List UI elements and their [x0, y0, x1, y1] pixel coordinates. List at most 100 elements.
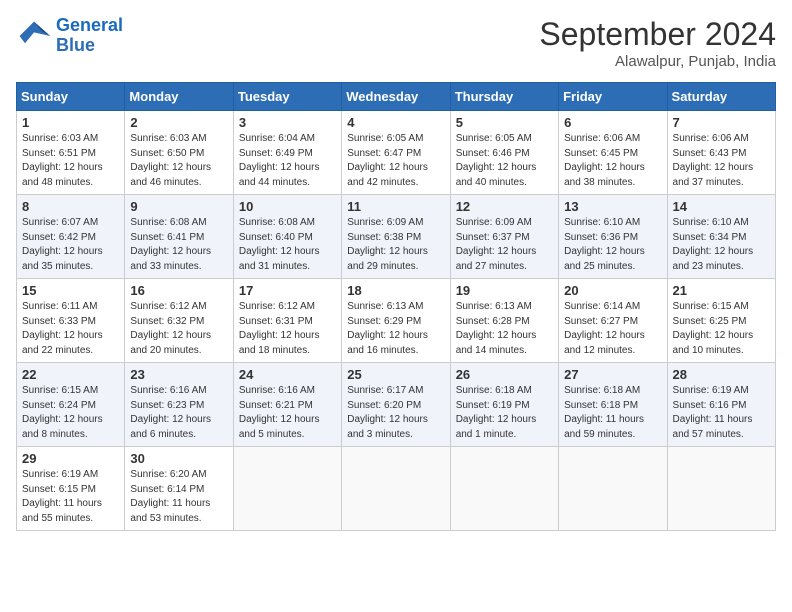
- day-info: Sunrise: 6:05 AM Sunset: 6:46 PM Dayligh…: [456, 132, 553, 190]
- day-info: Sunrise: 6:10 AM Sunset: 6:36 PM Dayligh…: [564, 216, 661, 274]
- day-info: Sunrise: 6:12 AM Sunset: 6:32 PM Dayligh…: [130, 300, 227, 358]
- calendar-cell: 10 Sunrise: 6:08 AM Sunset: 6:40 PM Dayli…: [233, 195, 341, 279]
- day-number: 13: [564, 199, 661, 214]
- col-header-friday: Friday: [559, 83, 667, 111]
- day-number: 16: [130, 283, 227, 298]
- day-info: Sunrise: 6:03 AM Sunset: 6:50 PM Dayligh…: [130, 132, 227, 190]
- day-info: Sunrise: 6:06 AM Sunset: 6:45 PM Dayligh…: [564, 132, 661, 190]
- calendar-cell: 4 Sunrise: 6:05 AM Sunset: 6:47 PM Daylig…: [342, 111, 450, 195]
- day-number: 8: [22, 199, 119, 214]
- col-header-sunday: Sunday: [17, 83, 125, 111]
- day-number: 20: [564, 283, 661, 298]
- day-info: Sunrise: 6:15 AM Sunset: 6:24 PM Dayligh…: [22, 384, 119, 442]
- calendar-cell: 17 Sunrise: 6:12 AM Sunset: 6:31 PM Dayli…: [233, 279, 341, 363]
- day-number: 6: [564, 115, 661, 130]
- calendar-cell: 30Sunrise: 6:20 AM Sunset: 6:14 PM Dayli…: [125, 447, 233, 531]
- day-info: Sunrise: 6:12 AM Sunset: 6:31 PM Dayligh…: [239, 300, 336, 358]
- calendar-cell: 5 Sunrise: 6:05 AM Sunset: 6:46 PM Daylig…: [450, 111, 558, 195]
- calendar-cell: 14 Sunrise: 6:10 AM Sunset: 6:34 PM Dayli…: [667, 195, 775, 279]
- calendar-cell: 22 Sunrise: 6:15 AM Sunset: 6:24 PM Dayli…: [17, 363, 125, 447]
- calendar-cell: 27 Sunrise: 6:18 AM Sunset: 6:18 PM Dayli…: [559, 363, 667, 447]
- day-info: Sunrise: 6:08 AM Sunset: 6:40 PM Dayligh…: [239, 216, 336, 274]
- page-header: General Blue September 2024 Alawalpur, P…: [16, 16, 776, 70]
- day-number: 21: [673, 283, 770, 298]
- calendar-cell: 9 Sunrise: 6:08 AM Sunset: 6:41 PM Daylig…: [125, 195, 233, 279]
- day-number: 15: [22, 283, 119, 298]
- col-header-wednesday: Wednesday: [342, 83, 450, 111]
- day-info: Sunrise: 6:06 AM Sunset: 6:43 PM Dayligh…: [673, 132, 770, 190]
- calendar-cell: 11 Sunrise: 6:09 AM Sunset: 6:38 PM Dayli…: [342, 195, 450, 279]
- day-info: Sunrise: 6:08 AM Sunset: 6:41 PM Dayligh…: [130, 216, 227, 274]
- day-info: Sunrise: 6:14 AM Sunset: 6:27 PM Dayligh…: [564, 300, 661, 358]
- calendar-cell: 28Sunrise: 6:19 AM Sunset: 6:16 PM Dayli…: [667, 363, 775, 447]
- day-number: 26: [456, 367, 553, 382]
- calendar-cell: 18 Sunrise: 6:13 AM Sunset: 6:29 PM Dayli…: [342, 279, 450, 363]
- day-number: 17: [239, 283, 336, 298]
- day-info: Sunrise: 6:20 AM Sunset: 6:14 PM Dayligh…: [130, 468, 227, 526]
- day-number: 29: [22, 451, 119, 466]
- day-number: 4: [347, 115, 444, 130]
- calendar-cell: [233, 447, 341, 531]
- day-info: Sunrise: 6:18 AM Sunset: 6:19 PM Dayligh…: [456, 384, 553, 442]
- day-number: 27: [564, 367, 661, 382]
- day-info: Sunrise: 6:04 AM Sunset: 6:49 PM Dayligh…: [239, 132, 336, 190]
- day-number: 9: [130, 199, 227, 214]
- calendar-cell: 8 Sunrise: 6:07 AM Sunset: 6:42 PM Daylig…: [17, 195, 125, 279]
- calendar-cell: 24 Sunrise: 6:16 AM Sunset: 6:21 PM Dayli…: [233, 363, 341, 447]
- calendar-table: SundayMondayTuesdayWednesdayThursdayFrid…: [16, 82, 776, 531]
- calendar-cell: 23 Sunrise: 6:16 AM Sunset: 6:23 PM Dayli…: [125, 363, 233, 447]
- calendar-cell: 6 Sunrise: 6:06 AM Sunset: 6:45 PM Daylig…: [559, 111, 667, 195]
- day-number: 3: [239, 115, 336, 130]
- day-info: Sunrise: 6:10 AM Sunset: 6:34 PM Dayligh…: [673, 216, 770, 274]
- day-number: 19: [456, 283, 553, 298]
- day-number: 10: [239, 199, 336, 214]
- day-info: Sunrise: 6:11 AM Sunset: 6:33 PM Dayligh…: [22, 300, 119, 358]
- location-subtitle: Alawalpur, Punjab, India: [539, 53, 776, 70]
- month-title: September 2024: [539, 16, 776, 53]
- day-number: 14: [673, 199, 770, 214]
- day-number: 2: [130, 115, 227, 130]
- calendar-cell: 3 Sunrise: 6:04 AM Sunset: 6:49 PM Daylig…: [233, 111, 341, 195]
- day-info: Sunrise: 6:17 AM Sunset: 6:20 PM Dayligh…: [347, 384, 444, 442]
- day-number: 23: [130, 367, 227, 382]
- col-header-monday: Monday: [125, 83, 233, 111]
- calendar-cell: 25Sunrise: 6:17 AM Sunset: 6:20 PM Dayli…: [342, 363, 450, 447]
- col-header-thursday: Thursday: [450, 83, 558, 111]
- calendar-cell: 21 Sunrise: 6:15 AM Sunset: 6:25 PM Dayli…: [667, 279, 775, 363]
- day-number: 1: [22, 115, 119, 130]
- day-info: Sunrise: 6:16 AM Sunset: 6:21 PM Dayligh…: [239, 384, 336, 442]
- day-info: Sunrise: 6:09 AM Sunset: 6:37 PM Dayligh…: [456, 216, 553, 274]
- day-number: 5: [456, 115, 553, 130]
- calendar-cell: 29 Sunrise: 6:19 AM Sunset: 6:15 PM Dayli…: [17, 447, 125, 531]
- day-number: 18: [347, 283, 444, 298]
- day-info: Sunrise: 6:16 AM Sunset: 6:23 PM Dayligh…: [130, 384, 227, 442]
- day-number: 22: [22, 367, 119, 382]
- day-info: Sunrise: 6:07 AM Sunset: 6:42 PM Dayligh…: [22, 216, 119, 274]
- logo-icon: [16, 18, 52, 54]
- calendar-cell: [667, 447, 775, 531]
- logo: General Blue: [16, 16, 123, 56]
- calendar-cell: 19Sunrise: 6:13 AM Sunset: 6:28 PM Dayli…: [450, 279, 558, 363]
- calendar-cell: 26 Sunrise: 6:18 AM Sunset: 6:19 PM Dayli…: [450, 363, 558, 447]
- calendar-cell: 2 Sunrise: 6:03 AM Sunset: 6:50 PM Daylig…: [125, 111, 233, 195]
- calendar-cell: 15 Sunrise: 6:11 AM Sunset: 6:33 PM Dayli…: [17, 279, 125, 363]
- calendar-cell: [342, 447, 450, 531]
- day-number: 24: [239, 367, 336, 382]
- day-number: 11: [347, 199, 444, 214]
- day-info: Sunrise: 6:09 AM Sunset: 6:38 PM Dayligh…: [347, 216, 444, 274]
- calendar-cell: 1Sunrise: 6:03 AM Sunset: 6:51 PM Daylig…: [17, 111, 125, 195]
- day-info: Sunrise: 6:15 AM Sunset: 6:25 PM Dayligh…: [673, 300, 770, 358]
- day-info: Sunrise: 6:18 AM Sunset: 6:18 PM Dayligh…: [564, 384, 661, 442]
- day-number: 12: [456, 199, 553, 214]
- logo-text: General Blue: [56, 16, 123, 56]
- calendar-cell: 7Sunrise: 6:06 AM Sunset: 6:43 PM Daylig…: [667, 111, 775, 195]
- calendar-cell: 16 Sunrise: 6:12 AM Sunset: 6:32 PM Dayli…: [125, 279, 233, 363]
- title-area: September 2024 Alawalpur, Punjab, India: [539, 16, 776, 70]
- day-info: Sunrise: 6:13 AM Sunset: 6:29 PM Dayligh…: [347, 300, 444, 358]
- day-info: Sunrise: 6:19 AM Sunset: 6:16 PM Dayligh…: [673, 384, 770, 442]
- calendar-cell: 20 Sunrise: 6:14 AM Sunset: 6:27 PM Dayli…: [559, 279, 667, 363]
- day-info: Sunrise: 6:19 AM Sunset: 6:15 PM Dayligh…: [22, 468, 119, 526]
- calendar-cell: [559, 447, 667, 531]
- day-info: Sunrise: 6:05 AM Sunset: 6:47 PM Dayligh…: [347, 132, 444, 190]
- col-header-saturday: Saturday: [667, 83, 775, 111]
